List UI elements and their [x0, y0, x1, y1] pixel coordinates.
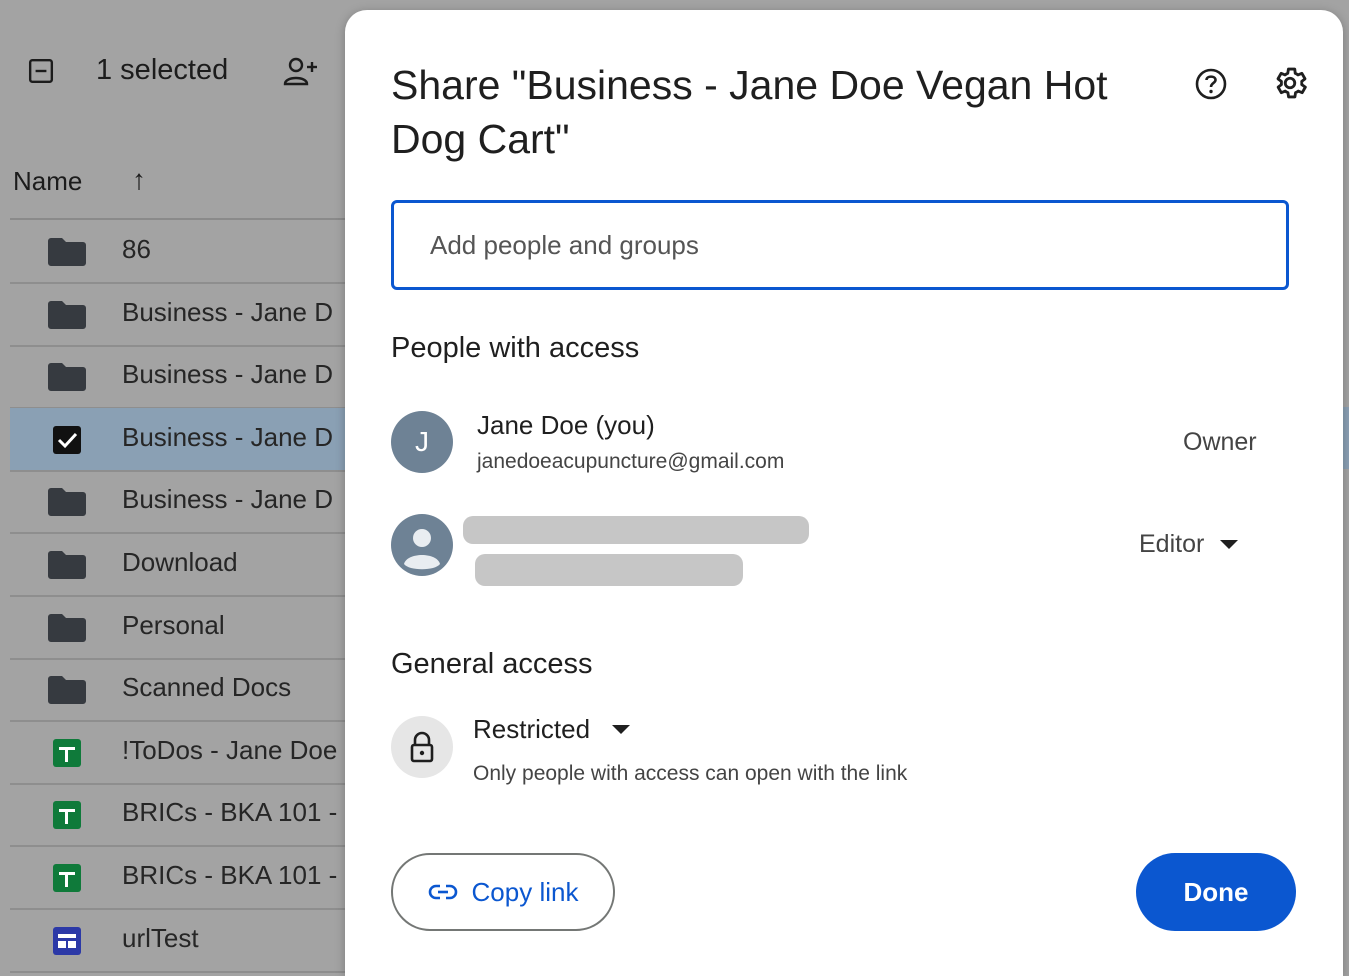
- access-level-label: Restricted: [473, 714, 591, 744]
- folder-icon: [47, 300, 87, 330]
- forms-icon: [47, 926, 87, 956]
- redacted-name: [463, 516, 809, 544]
- share-dialog: Share "Business - Jane Doe Vegan Hot Dog…: [345, 10, 1343, 976]
- link-icon: [428, 884, 457, 900]
- person-email: janedoeacupuncture@gmail.com: [477, 450, 785, 473]
- lock-icon: [410, 731, 434, 763]
- sort-ascending-icon[interactable]: ↑: [132, 164, 146, 196]
- file-row[interactable]: !ToDos - Jane Doe: [10, 721, 350, 785]
- file-row[interactable]: BRICs - BKA 101 -: [10, 783, 350, 847]
- checkbox-checked-icon[interactable]: [47, 425, 87, 455]
- file-row[interactable]: Business - Jane D: [10, 345, 350, 409]
- share-person-add-icon[interactable]: [282, 56, 322, 88]
- file-row[interactable]: BRICs - BKA 101 -: [10, 846, 350, 910]
- selection-count: 1 selected: [96, 54, 229, 86]
- folder-icon: [47, 362, 87, 392]
- sheets-icon: [47, 800, 87, 830]
- help-icon[interactable]: [1193, 66, 1229, 102]
- general-access-dropdown[interactable]: Restricted: [473, 714, 631, 745]
- folder-icon: [47, 487, 87, 517]
- settings-gear-icon[interactable]: [1271, 64, 1309, 102]
- generic-avatar-icon: [391, 514, 453, 576]
- file-row[interactable]: Personal: [10, 596, 350, 660]
- file-row[interactable]: Business - Jane D: [10, 470, 350, 534]
- add-people-input[interactable]: [391, 200, 1289, 290]
- file-name: Download: [122, 547, 238, 577]
- role-dropdown-label: Editor: [1139, 529, 1205, 558]
- folder-icon: [47, 675, 87, 705]
- access-description: Only people with access can open with th…: [473, 762, 908, 785]
- file-name: Personal: [122, 610, 225, 640]
- file-row[interactable]: Business - Jane D: [10, 408, 350, 472]
- file-row[interactable]: urlTest: [10, 909, 350, 973]
- file-row[interactable]: 86: [10, 220, 350, 284]
- file-name: 86: [122, 234, 151, 264]
- dropdown-caret-icon: [1220, 539, 1239, 549]
- dialog-title: Share "Business - Jane Doe Vegan Hot Dog…: [391, 62, 1108, 162]
- sheets-icon: [47, 863, 87, 893]
- file-name: Business - Jane D: [122, 422, 333, 452]
- person-name: Jane Doe (you): [477, 410, 655, 440]
- owner-role-label: Owner: [1183, 428, 1257, 456]
- folder-icon: [47, 550, 87, 580]
- file-row[interactable]: Download: [10, 533, 350, 597]
- folder-icon: [47, 613, 87, 643]
- file-row[interactable]: Scanned Docs: [10, 658, 350, 722]
- sheets-icon: [47, 738, 87, 768]
- file-name: Scanned Docs: [122, 672, 292, 702]
- file-name: urlTest: [122, 923, 199, 953]
- lock-icon-container: [391, 716, 453, 778]
- people-with-access-heading: People with access: [391, 332, 640, 364]
- file-name: Business - Jane D: [122, 484, 333, 514]
- dropdown-caret-icon: [612, 725, 631, 734]
- avatar: J: [391, 411, 453, 473]
- copy-link-label: Copy link: [471, 876, 579, 907]
- file-name: Business - Jane D: [122, 359, 333, 389]
- folder-icon: [47, 237, 87, 267]
- redacted-email: [475, 554, 743, 586]
- file-name: Business - Jane D: [122, 297, 333, 327]
- deselect-all-icon[interactable]: [28, 58, 54, 84]
- copy-link-button[interactable]: Copy link: [391, 853, 615, 931]
- file-name: BRICs - BKA 101 -: [122, 797, 338, 827]
- done-button[interactable]: Done: [1136, 853, 1296, 931]
- column-header-name[interactable]: Name: [13, 166, 82, 197]
- file-row[interactable]: Business - Jane D: [10, 283, 350, 347]
- editor-role-dropdown[interactable]: Editor: [1139, 526, 1239, 562]
- file-name: !ToDos - Jane Doe: [122, 735, 338, 765]
- file-name: BRICs - BKA 101 -: [122, 860, 338, 890]
- general-access-heading: General access: [391, 648, 593, 680]
- right-edge-strip: [1343, 0, 1349, 976]
